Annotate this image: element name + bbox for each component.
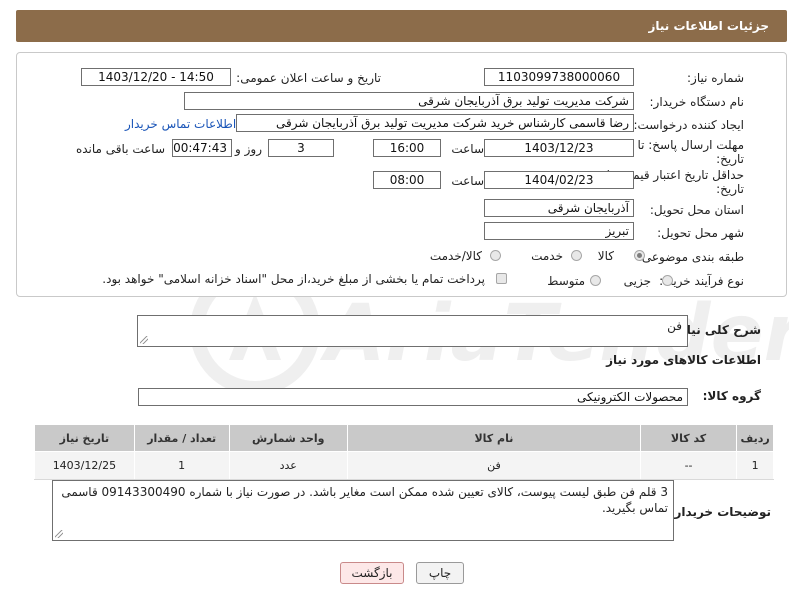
col-header-row-number: ردیف xyxy=(736,424,774,452)
process-partial-label: جزیی xyxy=(623,274,651,288)
buyer-org-label: نام دستگاه خریدار: xyxy=(649,95,745,109)
col-header-need-date: تاریخ نیاز xyxy=(34,424,135,452)
goods-group-label: گروه کالا: xyxy=(702,389,761,403)
requester-label: ایجاد کننده درخواست: xyxy=(633,118,744,132)
price-validity-time-label: ساعت xyxy=(451,174,484,188)
remaining-time-field[interactable]: 00:47:43 xyxy=(172,139,232,157)
cell-unit: عدد xyxy=(228,451,348,480)
buyer-org-field[interactable]: شرکت مدیریت تولید برق آذربایجان شرقی xyxy=(184,92,634,110)
col-header-unit: واحد شمارش xyxy=(228,424,348,452)
reply-deadline-label-line2: تاریخ: xyxy=(716,152,744,166)
summary-textarea[interactable]: فن xyxy=(137,315,688,347)
province-field[interactable]: آذربایجان شرقی xyxy=(484,199,634,217)
category-both-radio[interactable] xyxy=(490,250,501,261)
col-header-goods-name: نام کالا xyxy=(346,424,641,452)
reply-deadline-label-line1: مهلت ارسال پاسخ: تا xyxy=(637,138,744,152)
buyer-notes-text: 3 قلم فن طبق لیست پیوست، کالای تعیین شده… xyxy=(61,485,668,515)
need-number-field[interactable]: 1103099738000060 xyxy=(484,68,634,86)
goods-group-field[interactable]: محصولات الکترونیکی xyxy=(138,388,688,406)
col-header-quantity: تعداد / مقدار xyxy=(133,424,230,452)
province-label: استان محل تحویل: xyxy=(649,203,744,217)
city-field[interactable]: تبریز xyxy=(484,222,634,240)
category-goods-label: کالا xyxy=(597,249,614,263)
cell-need-date: 1403/12/25 xyxy=(34,451,135,480)
requester-field[interactable]: رضا قاسمی کارشناس خرید شرکت مدیریت تولید… xyxy=(236,114,634,132)
reply-deadline-date-field[interactable]: 1403/12/23 xyxy=(484,139,634,157)
buyer-contact-link[interactable]: اطلاعات تماس خریدار xyxy=(125,117,236,131)
buyer-notes-textarea[interactable]: 3 قلم فن طبق لیست پیوست، کالای تعیین شده… xyxy=(52,480,674,541)
remaining-time-label: ساعت باقی مانده xyxy=(75,142,165,156)
page-header: جزئیات اطلاعات نیاز xyxy=(16,10,787,42)
city-label: شهر محل تحویل: xyxy=(657,226,744,240)
price-validity-label-line2: تاریخ: xyxy=(716,182,744,196)
process-medium-radio[interactable] xyxy=(590,275,601,286)
goods-info-title: اطلاعات کالاهای مورد نیاز xyxy=(606,353,761,367)
treasury-payment-note: پرداخت تمام یا بخشی از مبلغ خرید،از محل … xyxy=(102,272,485,286)
price-validity-date-field[interactable]: 1404/02/23 xyxy=(484,171,634,189)
category-service-radio[interactable] xyxy=(571,250,582,261)
table-row[interactable]: 1 -- فن عدد 1 1403/12/25 xyxy=(34,451,774,480)
col-header-goods-code: کد کالا xyxy=(639,424,738,452)
treasury-payment-checkbox[interactable] xyxy=(496,273,507,284)
process-partial-radio[interactable] xyxy=(662,275,673,286)
cell-row-number: 1 xyxy=(736,451,774,480)
resize-grip-icon[interactable] xyxy=(55,530,63,538)
print-button[interactable]: چاپ xyxy=(416,562,464,584)
category-label: طبقه بندی موضوعی: xyxy=(637,250,744,264)
process-medium-label: متوسط xyxy=(547,274,585,288)
table-header-row: ردیف کد کالا نام کالا واحد شمارش تعداد /… xyxy=(34,424,774,452)
page-title: جزئیات اطلاعات نیاز xyxy=(648,19,769,33)
need-number-label: شماره نیاز: xyxy=(687,71,744,85)
category-goods-radio[interactable] xyxy=(634,250,645,261)
summary-text: فن xyxy=(667,319,682,333)
cell-quantity: 1 xyxy=(133,451,230,480)
announce-datetime-label: تاریخ و ساعت اعلان عمومی: xyxy=(236,71,381,85)
price-validity-time-field[interactable]: 08:00 xyxy=(373,171,441,189)
buyer-notes-label: توضیحات خریدار: xyxy=(669,505,771,519)
cell-goods-name: فن xyxy=(346,451,641,480)
reply-deadline-days-field[interactable]: 3 xyxy=(268,139,334,157)
reply-deadline-time-label: ساعت xyxy=(451,142,484,156)
goods-table: ردیف کد کالا نام کالا واحد شمارش تعداد /… xyxy=(34,424,774,480)
back-button[interactable]: بازگشت xyxy=(340,562,404,584)
announce-datetime-field[interactable]: 1403/12/20 - 14:50 xyxy=(81,68,231,86)
resize-grip-icon[interactable] xyxy=(140,336,148,344)
cell-goods-code: -- xyxy=(639,451,738,480)
reply-deadline-time-field[interactable]: 16:00 xyxy=(373,139,441,157)
reply-deadline-days-label: روز و xyxy=(235,142,262,156)
category-service-label: خدمت xyxy=(531,249,563,263)
category-both-label: کالا/خدمت xyxy=(429,249,482,263)
